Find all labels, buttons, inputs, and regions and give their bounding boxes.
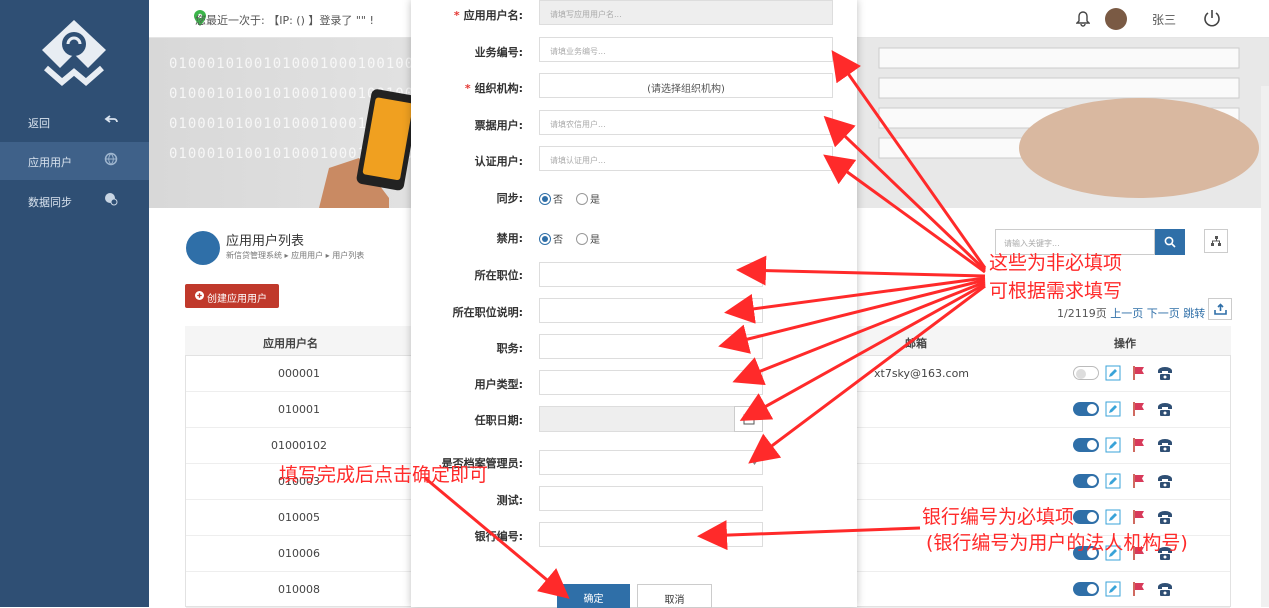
position-desc-label: 所在职位说明: [452,306,523,319]
archive-admin-select[interactable] [539,450,763,475]
disabled-yes-radio[interactable]: 是 [576,231,600,246]
business-no-label: 业务编号: [474,46,523,59]
hire-date-input[interactable] [539,406,735,432]
bank-note-line1: 银行编号为必填项 [922,506,1075,528]
optional-note-line2: 可根据需求填写 [989,280,1123,302]
bank-note-line2: (银行编号为用户的法人机构号) [926,532,1188,554]
auth-user-label: 认证用户: [474,155,523,168]
calendar-icon [743,414,755,425]
position-input[interactable] [539,262,763,287]
business-no-input[interactable]: 请填业务编号... [539,37,833,62]
confirm-button[interactable]: 确定 [557,584,630,608]
org-label: * 组织机构: [464,82,523,95]
optional-note-line1: 这些为非必填项 [989,252,1123,274]
chevron-down-icon [751,460,758,465]
duty-label: 职务: [496,342,523,355]
app-user-name-input[interactable]: 请填写应用用户名... [539,0,833,25]
test-input[interactable] [539,486,763,511]
disabled-label: 禁用: [496,232,523,245]
sync-label: 同步: [496,192,523,205]
calendar-button[interactable] [734,406,763,432]
position-desc-input[interactable] [539,298,763,323]
bank-no-input[interactable] [539,522,763,547]
cancel-button[interactable]: 取消 [637,584,712,608]
disabled-no-radio[interactable]: 否 [539,231,563,246]
duty-input[interactable] [539,334,763,359]
scrollbar[interactable] [1261,86,1269,607]
sync-no-radio[interactable]: 否 [539,191,563,206]
position-label: 所在职位: [474,269,523,282]
hire-date-label: 任职日期: [474,414,523,427]
bank-no-label: 银行编号: [474,530,523,543]
sync-yes-radio[interactable]: 是 [576,191,600,206]
app-user-name-label: * 应用用户名: [453,9,523,22]
auth-user-input[interactable]: 请填认证用户... [539,146,833,171]
bill-user-input[interactable]: 请填农信用户... [539,110,833,135]
org-select[interactable]: (请选择组织机构) [539,73,833,98]
user-type-input[interactable] [539,370,763,395]
confirm-hint-note: 填写完成后点击确定即可 [279,464,489,486]
bill-user-label: 票据用户: [474,119,523,132]
user-type-label: 用户类型: [474,378,523,391]
test-label: 测试: [496,494,523,507]
